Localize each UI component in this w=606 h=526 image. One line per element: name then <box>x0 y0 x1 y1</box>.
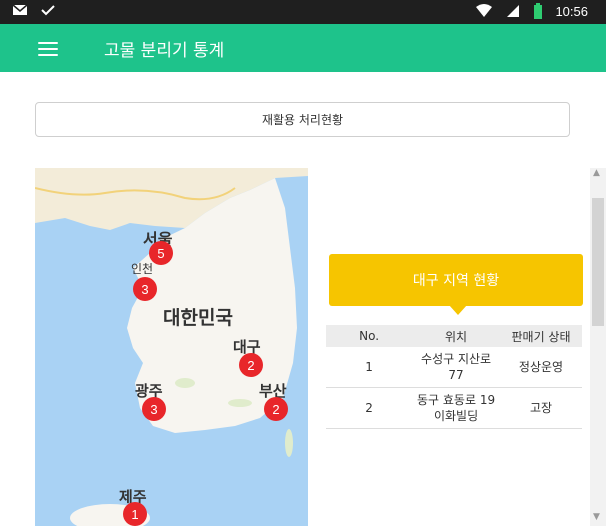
cell-no: 2 <box>326 387 413 429</box>
mail-icon <box>12 4 28 15</box>
table-row[interactable]: 2 동구 효동로 19 이화빌딩 고장 <box>326 387 582 429</box>
check-icon <box>41 5 55 16</box>
marker-seoul[interactable]: 5 <box>149 241 173 265</box>
map-label-korea: 대한민국 <box>163 307 233 329</box>
marker-incheon[interactable]: 3 <box>133 277 157 301</box>
map-label-incheon: 인천 <box>131 262 154 276</box>
region-panel-pointer <box>449 305 467 315</box>
cell-location: 동구 효동로 19 이화빌딩 <box>412 387 501 429</box>
scrollbar-thumb[interactable] <box>592 198 604 326</box>
cell-status: 고장 <box>500 387 582 429</box>
header-location: 위치 <box>412 325 501 347</box>
cell-no: 1 <box>326 347 413 388</box>
clock: 10:56 <box>555 3 588 19</box>
signal-icon <box>507 5 520 17</box>
korea-map[interactable]: 서울 인천 대한민국 대구 광주 부산 제주 5 3 2 3 2 1 <box>35 168 308 526</box>
status-bar: 10:56 <box>0 0 606 24</box>
marker-daegu[interactable]: 2 <box>239 353 263 377</box>
recycle-status-button[interactable]: 재활용 처리현황 <box>35 102 570 137</box>
scroll-down-arrow-icon[interactable]: ▼ <box>593 512 600 522</box>
region-status-panel: 대구 지역 현황 <box>329 254 583 306</box>
header-no: No. <box>326 325 413 347</box>
app-bar: 고물 분리기 통계 <box>0 24 606 72</box>
cell-location: 수성구 지산로 77 <box>412 347 501 388</box>
table-header-row: No. 위치 판매기 상태 <box>326 325 582 347</box>
marker-busan[interactable]: 2 <box>264 397 288 421</box>
map-land-shapes <box>35 168 308 526</box>
marker-jeju[interactable]: 1 <box>123 502 147 526</box>
menu-icon[interactable] <box>38 38 58 58</box>
header-status: 판매기 상태 <box>500 325 582 347</box>
vending-machine-table: No. 위치 판매기 상태 1 수성구 지산로 77 정상운영 2 동구 효동로… <box>326 325 582 429</box>
cell-status: 정상운영 <box>500 347 582 388</box>
wifi-icon <box>476 4 493 17</box>
table-row[interactable]: 1 수성구 지산로 77 정상운영 <box>326 347 582 388</box>
scroll-up-arrow-icon[interactable]: ▲ <box>593 168 600 178</box>
page-title: 고물 분리기 통계 <box>104 41 225 61</box>
marker-gwangju[interactable]: 3 <box>142 397 166 421</box>
battery-icon <box>534 3 543 19</box>
